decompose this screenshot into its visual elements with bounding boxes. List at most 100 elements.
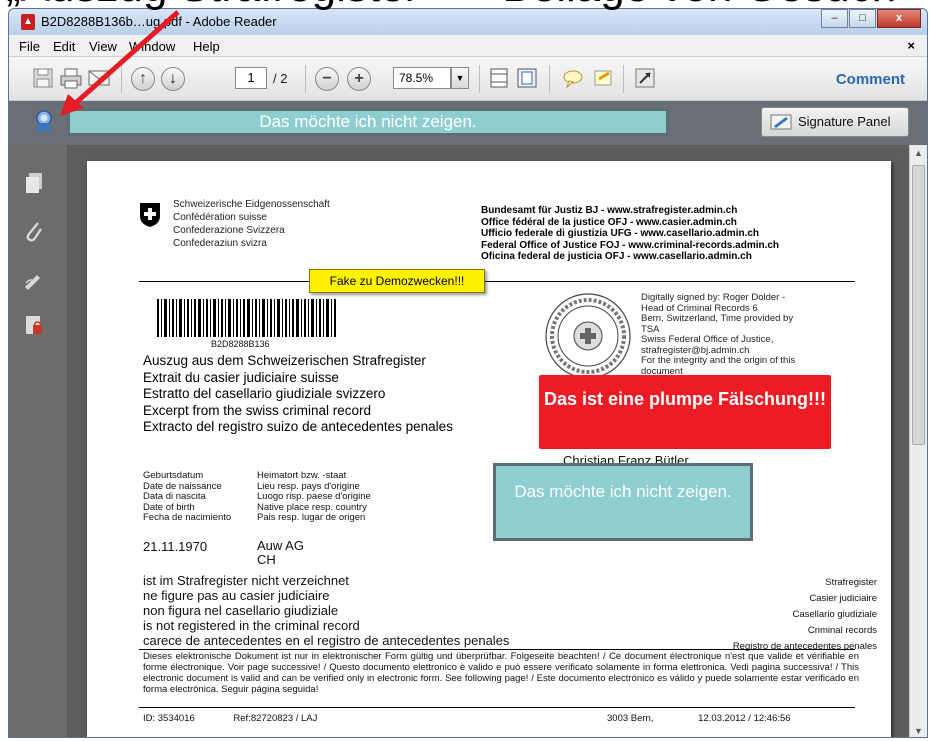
title-bar[interactable]: ▲ B2D8288B136b…ug.pdf - Adobe Reader – □… [9,9,927,35]
birth-label: Fecha de nacimiento [143,512,232,523]
scroll-up-arrow[interactable]: ▲ [910,148,927,158]
origin-labels: Heimatort bzw. -staat Lieu resp. pays d'… [257,470,371,524]
status-line: carece de antecedentes en el registro de… [143,633,510,648]
origin-country: CH [257,552,276,567]
signature-ribbon-icon[interactable] [35,109,53,135]
origin-value: Auw AG CH [257,539,304,567]
fake-sticky-note[interactable]: Fake zu Demozwecken!!! [309,269,485,293]
legal-notice: Dieses elektronische Dokument ist nur in… [143,651,859,695]
extract-title: Auszug aus dem Schweizerischen Strafregi… [143,353,426,368]
pages-icon[interactable] [23,171,45,195]
origin-label: Luogo risp. paese d'origine [257,491,371,502]
signature-panel-button[interactable]: Signature Panel [761,107,909,137]
forgery-warning-box: Das ist eine plumpe Fälschung!!! [539,375,831,449]
digi-line: Swiss Federal Office of Justice, [641,334,774,345]
comment-link[interactable]: Comment [836,71,905,88]
zoom-in-button[interactable]: + [347,67,371,91]
swiss-coat-of-arms-icon [140,203,160,227]
footer-place: 3003 Bern, [607,713,654,724]
slide-heading: „Auszug Strafregister“ — Beilage von Ges… [0,0,930,12]
register-name: Criminal records [807,625,877,636]
navigation-pane [9,145,67,737]
fit-width-icon[interactable] [487,67,511,89]
vertical-scrollbar[interactable]: ▲ ▼ [909,145,927,737]
barcode-image [157,299,336,337]
origin-place: Auw AG [257,538,304,553]
digi-line: Bern, Switzerland, Time provided by [641,313,794,324]
page-total: / 2 [273,71,288,86]
signatures-icon[interactable] [23,269,45,293]
scroll-down-arrow[interactable]: ▼ [910,726,927,736]
signature-pen-icon [770,114,792,130]
status-line: non figura nel casellario giudiziale [143,603,339,618]
screenshot-root: ▲ B2D8288B136b…ug.pdf - Adobe Reader – □… [0,0,930,741]
email-icon[interactable] [87,67,111,89]
status-line: ne figure pas au casier judiciaire [143,588,330,603]
security-icon[interactable] [23,313,45,337]
comment-bubble-icon[interactable] [561,67,585,89]
fit-page-icon[interactable] [515,67,539,89]
menu-window[interactable]: Window [129,39,175,54]
federal-seal-icon [545,293,631,379]
zoom-level-input[interactable]: 78.5% [393,67,451,89]
attachments-icon[interactable] [23,219,45,243]
redaction-box: Das möchte ich nicht zeigen. [67,108,669,136]
extract-title-block: Auszug aus dem Schweizerischen Strafregi… [143,353,453,436]
scrollbar-thumb[interactable] [912,165,925,445]
zoom-out-button[interactable]: − [315,67,339,91]
register-name: Casier judiciaire [809,593,877,604]
highlight-icon[interactable] [591,67,615,89]
birth-labels: Geburtsdatum Date de naissance Data di n… [143,470,232,524]
toolbar-separator [623,65,624,93]
print-icon[interactable] [59,67,83,89]
office-line: Ufficio federale di giustizia UFG - www.… [481,228,760,239]
window-title: B2D8288B136b…ug.pdf - Adobe Reader [41,14,277,29]
extract-title: Estratto del casellario giudiziale svizz… [143,386,386,401]
zoom-dropdown-arrow[interactable]: ▼ [451,67,469,89]
toolbar-separator [121,65,122,93]
digi-line: Digitally signed by: Roger Dolder - [641,292,786,303]
digi-line: For the integrity and the origin of this [641,355,796,366]
status-line: ist im Strafregister nicht verzeichnet [143,573,349,588]
menu-bar: File Edit View Window Help × [9,35,927,57]
close-document-icon[interactable]: × [907,38,915,53]
birth-label: Geburtsdatum [143,470,204,481]
save-icon[interactable] [31,67,55,89]
gov-line: Schweizerische Eidgenossenschaft [173,199,330,210]
legal-rule-bottom [139,707,855,708]
adobe-reader-window: ▲ B2D8288B136b…ug.pdf - Adobe Reader – □… [8,8,928,738]
page-number-input[interactable]: 1 [235,67,267,89]
office-line: Bundesamt für Justiz BJ - www.strafregis… [481,205,738,216]
menu-view[interactable]: View [89,39,117,54]
government-name-block: Schweizerische Eidgenossenschaft Confédé… [173,198,330,250]
legal-rule-top [139,649,855,650]
toolbar-separator [549,65,550,93]
footer-datetime: 12.03.2012 / 12:46:56 [698,713,791,724]
origin-label: Pais resp. lugar de origen [257,512,366,523]
office-address-block: Bundesamt für Justiz BJ - www.strafregis… [481,205,779,263]
next-page-button[interactable]: ↓ [161,67,185,91]
menu-help[interactable]: Help [193,39,220,54]
register-name: Strafregister [825,577,877,588]
birth-date-value: 21.11.1970 [143,539,208,554]
menu-file[interactable]: File [19,39,40,54]
previous-page-button[interactable]: ↑ [131,67,155,91]
document-viewport: Schweizerische Eidgenossenschaft Confédé… [67,145,911,737]
origin-label: Heimatort bzw. -staat [257,470,347,481]
redaction-box-2: Das möchte ich nicht zeigen. [493,463,753,541]
record-status-block: ist im Strafregister nicht verzeichnet n… [143,573,509,648]
toolbar-separator [305,65,306,93]
extract-title: Extracto del registro suizo de anteceden… [143,419,453,434]
footer-id: ID: 3534016 [143,713,195,724]
gov-line: Confédération suisse [173,212,267,223]
footer-right: 3003 Bern, 12.03.2012 / 12:46:56 [607,713,791,724]
menu-edit[interactable]: Edit [53,39,75,54]
office-line: Office fédéral de la justice OFJ - www.c… [481,216,737,228]
adobe-reader-icon: ▲ [21,14,35,30]
register-name: Casellario giudiziale [792,609,878,620]
office-line: Federal Office of Justice FOJ - www.crim… [481,239,780,251]
expand-icon[interactable] [633,67,657,89]
toolbar-separator [479,65,480,93]
footer-ref: Ref:82720823 / LAJ [233,713,318,724]
footer-left: ID: 3534016 Ref:82720823 / LAJ [143,713,317,724]
